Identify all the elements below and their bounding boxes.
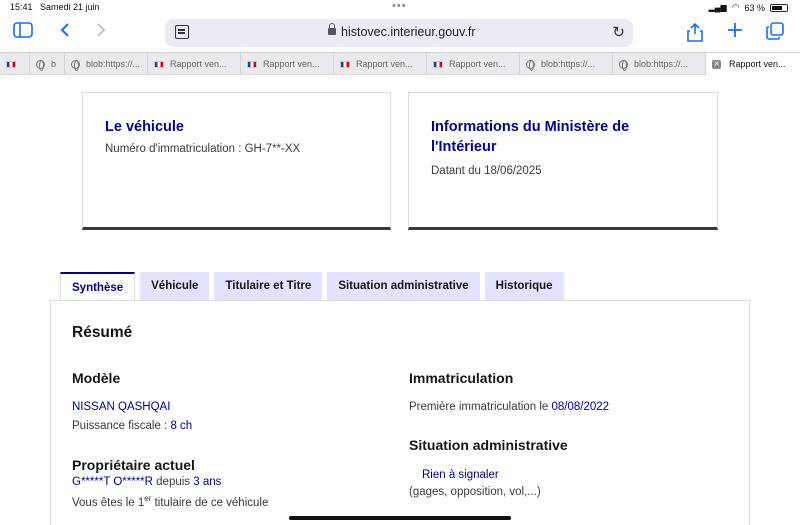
- browser-tab[interactable]: Rapport ven...: [148, 53, 241, 75]
- wifi-icon: ◠: [731, 2, 740, 12]
- browser-tab-strip: b blob:https://... Rapport ven... Rappor…: [0, 52, 800, 75]
- tab-titulaire[interactable]: Titulaire et Titre: [214, 272, 323, 300]
- status-time: 15:41: [10, 2, 33, 12]
- sidebar-icon[interactable]: [12, 22, 34, 42]
- registration-heading: Immatriculation: [409, 370, 514, 386]
- first-registration-date: 08/08/2022: [551, 401, 610, 413]
- browser-tab[interactable]: [0, 53, 30, 75]
- ministry-card: Informations du Ministère de l'Intérieur…: [408, 92, 718, 230]
- browser-tab[interactable]: b: [30, 53, 65, 75]
- signal-icon: ▂▄▆: [708, 3, 727, 12]
- battery-percent: 63 %: [744, 2, 765, 13]
- section-tabs: Synthèse Véhicule Titulaire et Titre Sit…: [60, 272, 564, 301]
- forward-icon[interactable]: [90, 22, 112, 42]
- lock-icon: [328, 23, 336, 36]
- admin-note: (gages, opposition, vol,...): [409, 486, 541, 498]
- reload-icon[interactable]: ↻: [612, 23, 625, 41]
- browser-tab[interactable]: blob:https://...: [613, 53, 706, 75]
- flag-icon: [6, 60, 16, 68]
- status-right: ▂▄▆ ◠ 63 %: [709, 2, 788, 13]
- browser-tab-active[interactable]: ✕ Rapport ven...: [706, 53, 800, 75]
- owner-duration: 3 ans: [193, 476, 222, 488]
- share-icon[interactable]: [684, 22, 706, 42]
- tabs-overview-icon[interactable]: [764, 22, 786, 42]
- fiscal-power-value: 8 ch: [170, 420, 193, 432]
- browser-tab[interactable]: blob:https://...: [520, 53, 613, 75]
- flag-icon: [154, 60, 164, 68]
- globe-icon: [71, 59, 80, 71]
- admin-situation-heading: Situation administrative: [409, 437, 568, 453]
- owner-name: G*****T O*****R: [72, 476, 153, 488]
- reader-icon[interactable]: [175, 25, 189, 39]
- tab-synthese[interactable]: Synthèse: [60, 272, 136, 301]
- tab-vehicule[interactable]: Véhicule: [140, 272, 210, 300]
- globe-icon: [526, 59, 535, 71]
- browser-toolbar: histovec.interieur.gouv.fr ↻: [0, 14, 800, 52]
- back-icon[interactable]: [54, 22, 76, 42]
- owner-line: G*****T O*****R depuis 3 ans: [72, 476, 222, 488]
- model-heading: Modèle: [72, 370, 121, 386]
- vehicle-card-title: Le véhicule: [105, 119, 184, 135]
- plate-number: Numéro d'immatriculation : GH-7**-XX: [105, 143, 301, 155]
- status-bar: 15:41 Samedi 21 juin ••• ▂▄▆ ◠ 63 %: [0, 0, 800, 14]
- flag-icon: [433, 60, 443, 68]
- url-text[interactable]: histovec.interieur.gouv.fr: [341, 25, 476, 39]
- flag-icon: [247, 60, 257, 68]
- fiscal-power: Puissance fiscale : 8 ch: [72, 420, 193, 432]
- home-indicator[interactable]: [289, 516, 511, 520]
- browser-tab[interactable]: blob:https://...: [65, 53, 148, 75]
- admin-status: Rien à signaler: [422, 469, 499, 481]
- summary-title: Résumé: [72, 324, 133, 341]
- vehicle-card: Le véhicule Numéro d'immatriculation : G…: [82, 92, 391, 230]
- model-name: NISSAN QASHQAI: [72, 401, 171, 413]
- multitasking-dots-icon[interactable]: •••: [392, 0, 407, 12]
- tab-situation[interactable]: Situation administrative: [327, 272, 480, 300]
- first-registration: Première immatriculation le 08/08/2022: [409, 401, 610, 413]
- ministry-card-title: Informations du Ministère de l'Intérieur: [431, 119, 630, 155]
- status-date: Samedi 21 juin: [40, 2, 100, 12]
- address-bar[interactable]: histovec.interieur.gouv.fr ↻: [165, 19, 633, 47]
- owner-rank-note: Vous êtes le 1er titulaire de ce véhicul…: [72, 494, 269, 509]
- battery-icon: [770, 3, 788, 12]
- flag-icon: [340, 60, 350, 68]
- globe-icon: [36, 59, 45, 71]
- close-tab-icon[interactable]: ✕: [712, 59, 721, 69]
- globe-icon: [619, 59, 628, 71]
- ministry-date: Datant du 18/06/2025: [431, 165, 542, 177]
- owner-heading: Propriétaire actuel: [72, 457, 195, 473]
- tab-historique[interactable]: Historique: [484, 272, 564, 300]
- browser-tab[interactable]: Rapport ven...: [241, 53, 334, 75]
- browser-tab[interactable]: Rapport ven...: [427, 53, 520, 75]
- new-tab-icon[interactable]: [724, 22, 746, 42]
- browser-tab[interactable]: Rapport ven...: [334, 53, 427, 75]
